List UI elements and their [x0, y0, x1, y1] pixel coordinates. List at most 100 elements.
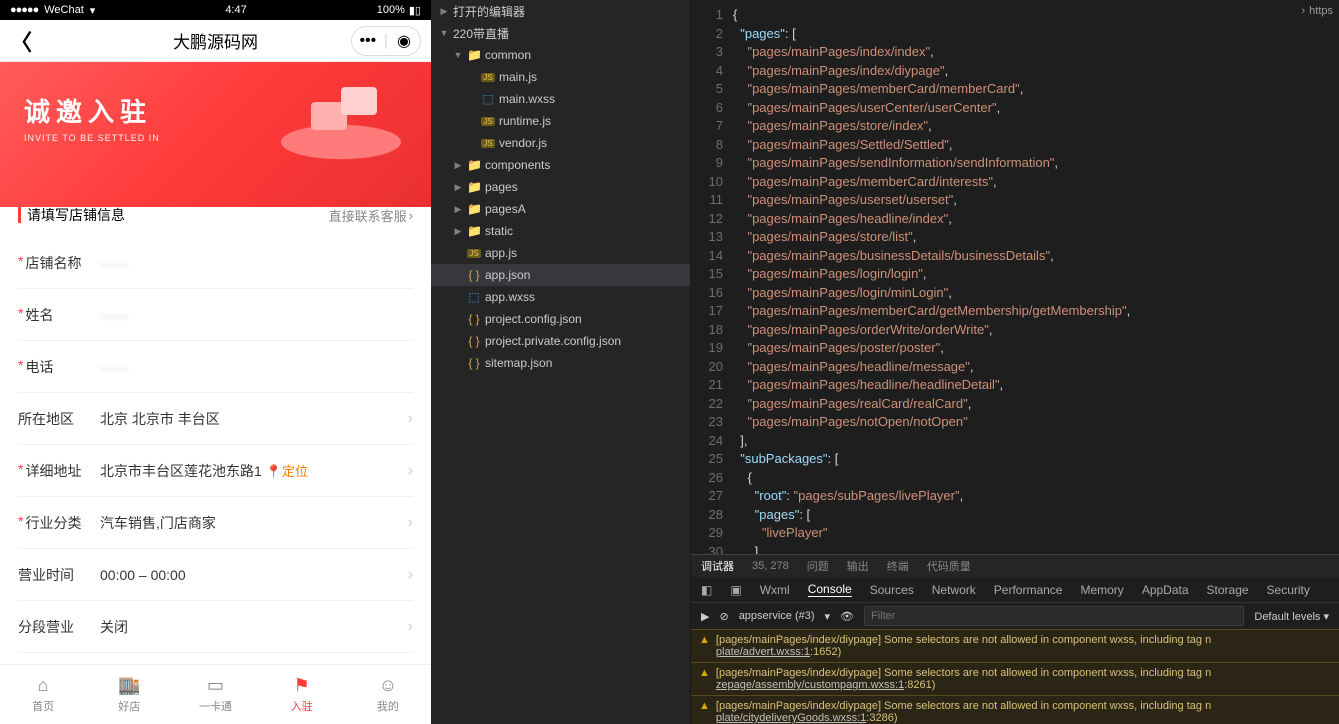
- file-app.js[interactable]: JSapp.js: [431, 242, 690, 264]
- console-warning[interactable]: ▲[pages/mainPages/index/diypage] Some se…: [691, 695, 1339, 724]
- panel-tab-4[interactable]: 终端: [887, 558, 909, 574]
- devtools-tab-storage[interactable]: Storage: [1207, 583, 1249, 597]
- warning-icon: ▲: [699, 700, 710, 724]
- file-runtime.js[interactable]: JSruntime.js: [431, 110, 690, 132]
- capsule-close-icon[interactable]: ◉: [392, 29, 416, 53]
- context-selector[interactable]: appservice (#3): [739, 610, 815, 622]
- code-content[interactable]: { "pages": [ "pages/mainPages/index/inde…: [733, 0, 1339, 554]
- devtools-tab-security[interactable]: Security: [1267, 583, 1310, 597]
- file-vendor.js[interactable]: JSvendor.js: [431, 132, 690, 154]
- field-value[interactable]: ——: [100, 307, 413, 323]
- tab-好店[interactable]: 🏬好店: [86, 665, 172, 724]
- phone-header: 〈 大鹏源码网 ••• | ◉: [0, 20, 431, 62]
- field-label: *详细地址: [18, 461, 100, 481]
- file-project.private.config.json[interactable]: { }project.private.config.json: [431, 330, 690, 352]
- field-value[interactable]: 关闭: [100, 617, 408, 637]
- field-value[interactable]: 北京 北京市 丰台区: [100, 409, 408, 429]
- devtools-tab-appdata[interactable]: AppData: [1142, 583, 1189, 597]
- tab-icon: ▭: [207, 675, 224, 696]
- devtools-tab-network[interactable]: Network: [932, 583, 976, 597]
- devtools-tab-performance[interactable]: Performance: [994, 583, 1063, 597]
- warning-icon: ▲: [699, 667, 710, 691]
- field-value[interactable]: 汽车销售,门店商家: [100, 513, 408, 533]
- devtools-icon[interactable]: ◧: [701, 583, 712, 597]
- panel-tab-3[interactable]: 输出: [847, 558, 869, 574]
- field-label: *店铺名称: [18, 253, 100, 273]
- console-output[interactable]: ▲[pages/mainPages/index/diypage] Some se…: [691, 629, 1339, 724]
- carrier-label: WeChat: [44, 4, 84, 16]
- panel-tab-1[interactable]: 35, 278: [752, 560, 789, 572]
- file-static[interactable]: ▶📁static: [431, 220, 690, 242]
- file-project.config.json[interactable]: { }project.config.json: [431, 308, 690, 330]
- file-main.js[interactable]: JSmain.js: [431, 66, 690, 88]
- form-row-分段营业[interactable]: 分段营业关闭›: [18, 601, 413, 653]
- file-explorer[interactable]: ▶打开的编辑器▼220带直播▼📁commonJSmain.js⬚main.wxs…: [431, 0, 691, 724]
- field-value[interactable]: 00:00 – 00:00: [100, 567, 408, 583]
- file-app.json[interactable]: { }app.json: [431, 264, 690, 286]
- form-row-详细地址[interactable]: *详细地址北京市丰台区莲花池东路1📍定位›: [18, 445, 413, 497]
- settle-form: 请填写店铺信息 直接联系客服› *店铺名称——*姓名——*电话——所在地区北京 …: [0, 193, 431, 664]
- form-row-行业分类[interactable]: *行业分类汽车销售,门店商家›: [18, 497, 413, 549]
- bottom-panel: 调试器 35, 278 问题 输出 终端 代码质量 ◧ ▣ Wxml Console Source…: [691, 554, 1339, 724]
- log-levels-selector[interactable]: Default levels ▾: [1254, 610, 1329, 623]
- explorer-section[interactable]: ▼220带直播: [431, 22, 690, 44]
- tabbar: ⌂首页🏬好店 ▭ 一卡通 ⚑入驻☺我的: [0, 664, 431, 724]
- line-gutter: 1234567891011121314151617181920212223242…: [691, 0, 733, 554]
- tab-入驻[interactable]: ⚑入驻: [259, 665, 345, 724]
- console-toolbar: ▶ ⊘ appservice (#3) ▾ 👁 Default levels ▾: [691, 603, 1339, 629]
- field-value[interactable]: ——: [100, 359, 413, 375]
- panel-tab-5[interactable]: 代码质量: [927, 558, 971, 574]
- panel-tabs-primary[interactable]: 调试器 35, 278 问题 输出 终端 代码质量: [691, 555, 1339, 577]
- page-title: 大鹏源码网: [173, 28, 258, 53]
- form-row-电话: *电话——: [18, 341, 413, 393]
- stop-icon[interactable]: ⊘: [719, 610, 728, 623]
- capsule-more-icon[interactable]: •••: [356, 29, 380, 53]
- devtools-icon[interactable]: ▣: [730, 583, 741, 597]
- status-time: 4:47: [225, 4, 246, 16]
- contact-service-link[interactable]: 直接联系客服›: [329, 206, 413, 225]
- form-row-所在地区[interactable]: 所在地区北京 北京市 丰台区›: [18, 393, 413, 445]
- panel-tab-2[interactable]: 问题: [807, 558, 829, 574]
- file-main.wxss[interactable]: ⬚main.wxss: [431, 88, 690, 110]
- chevron-right-icon: ›: [408, 566, 413, 584]
- code-editor[interactable]: ›https 123456789101112131415161718192021…: [691, 0, 1339, 554]
- devtools-tab-wxml[interactable]: Wxml: [760, 583, 790, 597]
- field-value[interactable]: 北京市丰台区莲花池东路1📍定位: [100, 461, 408, 481]
- tab-label: 入驻: [291, 698, 313, 714]
- breadcrumb[interactable]: ›https: [1301, 2, 1333, 21]
- file-app.wxss[interactable]: ⬚app.wxss: [431, 286, 690, 308]
- panel-tab-0[interactable]: 调试器: [701, 558, 734, 574]
- file-pages[interactable]: ▶📁pages: [431, 176, 690, 198]
- form-row-姓名: *姓名——: [18, 289, 413, 341]
- warning-icon: ▲: [699, 634, 710, 658]
- tab-一卡通[interactable]: ▭ 一卡通: [172, 665, 258, 724]
- wifi-icon: ▾: [90, 4, 96, 17]
- console-warning[interactable]: ▲[pages/mainPages/index/diypage] Some se…: [691, 629, 1339, 662]
- console-warning[interactable]: ▲[pages/mainPages/index/diypage] Some se…: [691, 662, 1339, 695]
- chevron-right-icon: ›: [408, 618, 413, 636]
- file-common[interactable]: ▼📁common: [431, 44, 690, 66]
- file-pagesA[interactable]: ▶📁pagesA: [431, 198, 690, 220]
- play-icon[interactable]: ▶: [701, 610, 709, 623]
- file-sitemap.json[interactable]: { }sitemap.json: [431, 352, 690, 374]
- devtools-tab-console[interactable]: Console: [808, 582, 852, 597]
- back-icon[interactable]: 〈: [10, 25, 32, 57]
- file-components[interactable]: ▶📁components: [431, 154, 690, 176]
- console-filter-input[interactable]: [864, 606, 1244, 626]
- eye-icon[interactable]: 👁: [840, 610, 854, 623]
- tab-我的[interactable]: ☺我的: [345, 665, 431, 724]
- tab-label: 一卡通: [199, 698, 232, 714]
- tab-首页[interactable]: ⌂首页: [0, 665, 86, 724]
- devtools-tab-memory[interactable]: Memory: [1080, 583, 1123, 597]
- explorer-section[interactable]: ▶打开的编辑器: [431, 0, 690, 22]
- tab-icon: 🏬: [118, 675, 140, 696]
- locate-button[interactable]: 📍定位: [266, 464, 308, 479]
- wechat-capsule[interactable]: ••• | ◉: [351, 26, 421, 56]
- field-label: 所在地区: [18, 409, 100, 429]
- banner-illustration: [271, 82, 411, 182]
- field-label: *电话: [18, 357, 100, 377]
- field-value[interactable]: ——: [100, 255, 413, 271]
- devtools-tab-sources[interactable]: Sources: [870, 583, 914, 597]
- devtools-tabs[interactable]: ◧ ▣ Wxml Console Sources Network Performance Me…: [691, 577, 1339, 603]
- form-row-营业时间[interactable]: 营业时间00:00 – 00:00›: [18, 549, 413, 601]
